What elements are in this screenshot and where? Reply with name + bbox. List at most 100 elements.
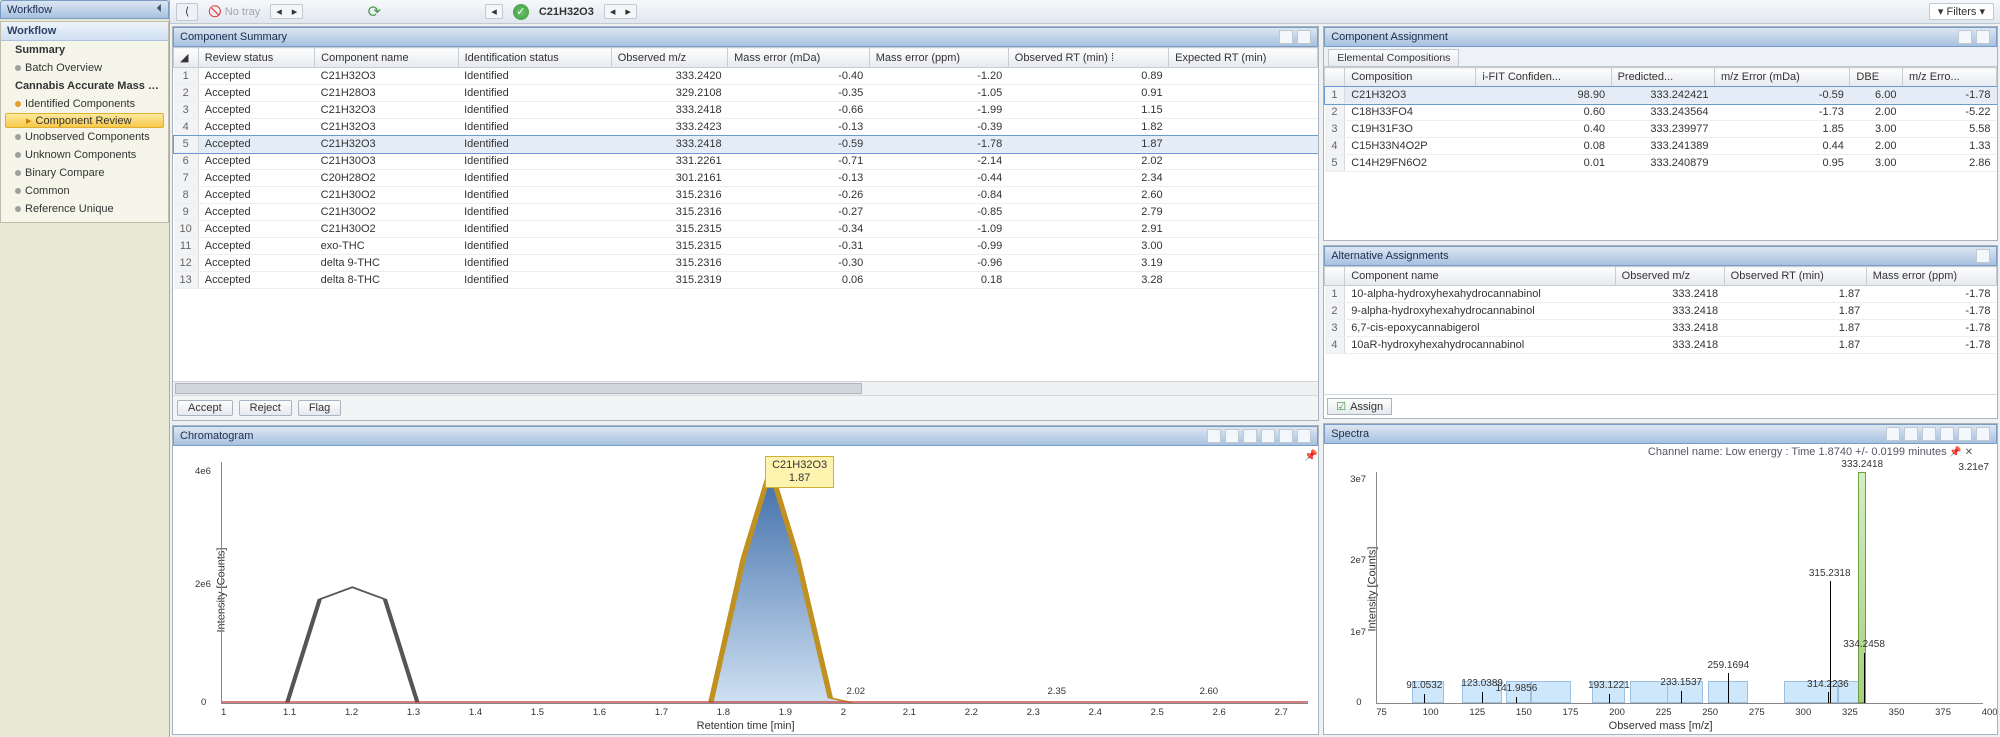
col-marker[interactable]: ◢ [174,48,199,68]
component-prev[interactable]: ◂ [485,4,503,19]
col-ppm[interactable]: Mass error (ppm) [869,48,1008,68]
col-id[interactable]: Identification status [458,48,611,68]
table-row[interactable]: 410aR-hydroxyhexahydrocannabinol333.2418… [1325,337,1997,354]
spec-tool-2[interactable] [1904,427,1918,441]
ytick: 0 [1356,697,1361,708]
pin-icon[interactable]: 📌 [1304,449,1314,459]
chart-tool-4[interactable] [1261,429,1275,443]
xtick: 375 [1935,707,1951,718]
table-row[interactable]: 13Accepteddelta 8-THCIdentified315.23190… [174,272,1318,289]
hscroll[interactable] [173,381,1318,395]
tray-nav[interactable]: ◂▸ [270,4,303,19]
table-row[interactable]: 12Accepteddelta 9-THCIdentified315.2316-… [174,255,1318,272]
spec-tool-1[interactable] [1886,427,1900,441]
table-row[interactable]: 4C15H33N4O2P0.08333.2413890.442.001.33 [1325,138,1997,155]
xtick: 2.2 [965,707,978,718]
notray-label: 🚫 No tray [208,5,260,18]
table-row[interactable]: 5C14H29FN6O20.01333.2408790.953.002.86 [1325,155,1997,172]
col-mda[interactable]: Mass error (mDa) [728,48,870,68]
chart-tool-2[interactable] [1225,429,1239,443]
panel-pin-icon[interactable] [1976,30,1990,44]
nav-screening[interactable]: Cannabis Accurate Mass Screenin... [1,77,168,95]
spec-pin-icon[interactable] [1976,427,1990,441]
table-row[interactable]: 4AcceptedC21H32O3Identified333.2423-0.13… [174,119,1318,136]
spec-peak-label: 91.0532 [1406,680,1442,691]
tray-prev-button[interactable]: ⟨ [176,3,198,21]
table-row[interactable]: 10AcceptedC21H30O2Identified315.2315-0.3… [174,221,1318,238]
chart-tool-1[interactable] [1207,429,1221,443]
panel-menu-icon[interactable] [1279,30,1293,44]
refresh-button[interactable]: ⟳ [363,3,385,21]
xtick: 325 [1842,707,1858,718]
elemental-table[interactable]: Composition i-FIT Confiden... Predicted.… [1324,67,1997,172]
reject-button[interactable]: Reject [239,400,292,416]
xtick: 1.1 [283,707,296,718]
table-row[interactable]: 3AcceptedC21H32O3Identified333.2418-0.66… [174,102,1318,119]
assign-button[interactable]: ☑Assign [1327,398,1392,415]
table-row[interactable]: 9AcceptedC21H30O2Identified315.2316-0.27… [174,204,1318,221]
ytick: 2e7 [1350,555,1366,566]
table-row[interactable]: 5AcceptedC21H32O3Identified333.2418-0.59… [174,136,1318,153]
table-row[interactable]: 3C19H31F3O0.40333.2399771.853.005.58 [1325,121,1997,138]
collapse-icon[interactable]: ⏴ [157,3,163,16]
chart-tool-3[interactable] [1243,429,1257,443]
table-row[interactable]: 11Acceptedexo-THCIdentified315.2315-0.31… [174,238,1318,255]
col-rt[interactable]: Observed RT (min) ⁞ [1008,48,1168,68]
topbar: ⟨ 🚫 No tray ◂▸ ⟳ ◂ ✓ C21H32O3 ◂▸ ▾ Filte… [170,0,2000,24]
table-row[interactable]: 2C18H33FO40.60333.243564-1.732.00-5.22 [1325,104,1997,121]
spec-tool-4[interactable] [1940,427,1954,441]
alternative-table[interactable]: Component name Observed m/z Observed RT … [1324,266,1997,354]
panel-pin-icon[interactable] [1976,249,1990,263]
sidebar-header[interactable]: Workflow ⏴ [0,0,169,19]
table-row[interactable]: 6AcceptedC21H30O3Identified331.2261-0.71… [174,153,1318,170]
chromatogram-panel: Chromatogram 📌 Intensity [Counts] Retent… [172,425,1319,735]
nav-unknown[interactable]: Unknown Components [1,146,168,164]
xtick: 1.5 [531,707,544,718]
component-nav[interactable]: ◂▸ [604,4,637,19]
component-summary-table[interactable]: ◢ Review status Component name Identific… [173,47,1318,289]
spec-tool-3[interactable] [1922,427,1936,441]
chart-tool-5[interactable] [1279,429,1293,443]
x-label: Retention time [min] [697,720,795,732]
nav-unobserved[interactable]: Unobserved Components [1,128,168,146]
xtick: 100 [1423,707,1439,718]
accept-button[interactable]: Accept [177,400,233,416]
xtick: 75 [1376,707,1387,718]
col-mz[interactable]: Observed m/z [611,48,727,68]
mark-3: 2.60 [1200,686,1219,697]
table-row[interactable]: 1AcceptedC21H32O3Identified333.2420-0.40… [174,68,1318,85]
table-row[interactable]: 29-alpha-hydroxyhexahydrocannabinol333.2… [1325,303,1997,320]
nav-common[interactable]: Common [1,182,168,200]
nav-batch[interactable]: Batch Overview [1,59,168,77]
flag-button[interactable]: Flag [298,400,341,416]
nav-identified[interactable]: Identified Components [1,95,168,113]
col-ert[interactable]: Expected RT (min) [1169,48,1318,68]
col-component[interactable]: Component name [315,48,458,68]
table-row[interactable]: 1C21H32O398.90333.242421-0.596.00-1.78 [1325,87,1997,104]
spectra-xlabel: Observed mass [m/z] [1609,720,1713,732]
table-row[interactable]: 2AcceptedC21H28O3Identified329.2108-0.35… [174,85,1318,102]
table-row[interactable]: 36,7-cis-epoxycannabigerol333.24181.87-1… [1325,320,1997,337]
nav-reference[interactable]: Reference Unique [1,200,168,218]
table-row[interactable]: 8AcceptedC21H30O2Identified315.2316-0.26… [174,187,1318,204]
nav-title[interactable]: Workflow [1,22,168,41]
nav-binary[interactable]: Binary Compare [1,164,168,182]
table-row[interactable]: 110-alpha-hydroxyhexahydrocannabinol333.… [1325,286,1997,303]
tab-elemental[interactable]: Elemental Compositions [1328,49,1459,66]
xtick: 1.2 [345,707,358,718]
spectra-plot[interactable]: Channel name: Low energy : Time 1.8740 +… [1324,444,1997,734]
ytick: 0 [201,697,206,708]
chromatogram-plot[interactable]: 📌 Intensity [Counts] Retention time [min… [173,446,1318,734]
panel-pin-icon[interactable] [1297,30,1311,44]
nav-summary[interactable]: Summary [1,41,168,59]
panel-menu-icon[interactable] [1958,30,1972,44]
filters-button[interactable]: ▾ Filters ▾ [1929,3,1994,20]
chart-pin-icon[interactable] [1297,429,1311,443]
spec-tool-5[interactable] [1958,427,1972,441]
col-review[interactable]: Review status [198,48,314,68]
table-row[interactable]: 7AcceptedC20H28O2Identified301.2161-0.13… [174,170,1318,187]
xtick: 2.3 [1027,707,1040,718]
check-icon: ✓ [513,4,529,20]
nav-component-review[interactable]: ▸Component Review [5,113,164,128]
xtick: 300 [1795,707,1811,718]
